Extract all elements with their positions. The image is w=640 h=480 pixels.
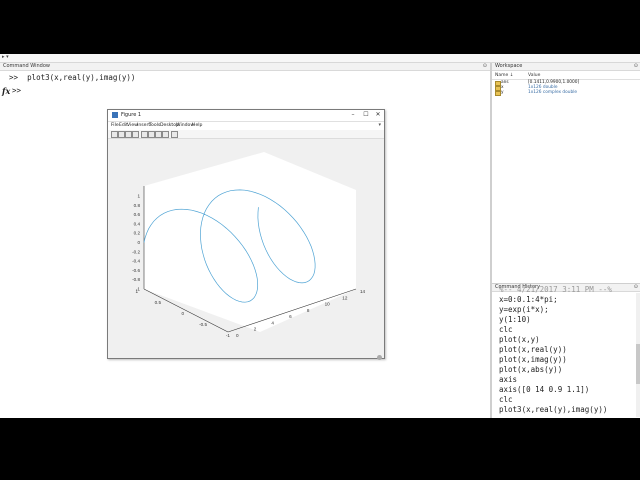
history-entry[interactable]: y=exp(i*x);	[499, 305, 549, 314]
x-tick-label: 2	[254, 327, 257, 332]
panel-menu-icon[interactable]: ⊙	[483, 63, 487, 70]
figure-title: Figure 1	[121, 112, 142, 118]
minimize-button[interactable]: –	[348, 111, 358, 118]
history-entry[interactable]: y(1:10)	[499, 315, 531, 324]
z-tick-label: 0	[137, 240, 140, 245]
x-tick-label: 10	[325, 302, 331, 307]
x-tick-label: 8	[307, 308, 310, 313]
data-cursor-icon[interactable]	[171, 131, 178, 138]
history-entry[interactable]: plot(x,abs(y))	[499, 365, 562, 374]
history-entry[interactable]: plot(x,real(y))	[499, 345, 567, 354]
z-tick-label: 0.4	[134, 221, 141, 226]
z-tick-label: -0.2	[132, 249, 140, 254]
history-entry[interactable]: plot(x,y)	[499, 335, 540, 344]
maximize-button[interactable]: ☐	[361, 111, 371, 118]
new-figure-icon[interactable]	[111, 131, 118, 138]
x-tick-label: 12	[342, 295, 348, 300]
command-line: >> plot3(x,real(y),imag(y))	[9, 73, 135, 82]
zoom-out-icon[interactable]	[148, 131, 155, 138]
history-entry[interactable]: x=0:0.1:4*pi;	[499, 295, 558, 304]
y-tick-label: 1	[135, 289, 138, 294]
variable-name: y	[501, 90, 504, 95]
history-entry[interactable]: clc	[499, 325, 513, 334]
history-entry[interactable]: clc	[499, 395, 513, 404]
workspace-title: Workspace ⊙	[492, 63, 640, 71]
x-tick-label: 4	[271, 320, 274, 325]
history-scrollbar-thumb[interactable]	[636, 344, 640, 384]
close-button[interactable]: ✕	[373, 111, 383, 118]
menu-tools[interactable]: Tools	[149, 123, 160, 128]
history-entry-partial[interactable]: %-- 4/21/2017 3:11 PM --%	[499, 285, 612, 294]
history-entry[interactable]: axis([0 14 0.9 1.1])	[499, 385, 589, 394]
y-tick-label: -1	[226, 333, 231, 338]
z-tick-label: -0.4	[132, 259, 140, 264]
print-icon[interactable]	[132, 131, 139, 138]
history-entry[interactable]: axis	[499, 375, 517, 384]
history-menu-icon[interactable]: ⊙	[634, 284, 638, 291]
plot-axes[interactable]: 1 0.8 0.6 0.4 0.2 0 -0.2 -0.4 -0.6 -0.8 -1 1 0.5 0 -0…	[108, 138, 384, 358]
save-icon[interactable]	[125, 131, 132, 138]
active-prompt[interactable]: >>	[12, 86, 21, 95]
command-text: plot3(x,real(y),imag(y))	[27, 73, 136, 82]
x-tick-label: 6	[289, 314, 292, 319]
x-tick-label: 0	[236, 333, 239, 338]
pan-icon[interactable]	[155, 131, 162, 138]
matlab-desktop: ▸ ▾ Command Window ⊙ >> plot3(x,real(y),…	[0, 54, 640, 418]
workspace-title-text: Workspace	[495, 63, 523, 69]
top-toolstrip: ▸ ▾	[0, 54, 640, 63]
history-entry[interactable]: plot3(x,real(y),imag(y))	[499, 405, 607, 414]
prompt: >>	[9, 73, 19, 82]
menu-file[interactable]: File	[111, 123, 119, 128]
command-window-title: Command Window ⊙	[0, 63, 490, 71]
figure-titlebar[interactable]: Figure 1 – ☐ ✕	[108, 110, 384, 122]
x-tick-label: 14	[360, 289, 366, 294]
z-tick-label: 1	[137, 194, 140, 199]
workspace-header: Name ↓ Value	[492, 73, 640, 80]
open-file-icon[interactable]	[118, 131, 125, 138]
figure-menubar: File Edit View Insert Tools Desktop Wind…	[108, 122, 384, 130]
command-history-panel[interactable]: Command History ⊙ %-- 4/21/2017 3:11 PM …	[491, 283, 640, 418]
workspace-menu-icon[interactable]: ⊙	[634, 63, 638, 70]
command-window-title-text: Command Window	[3, 63, 51, 69]
value-column-header[interactable]: Value	[528, 73, 540, 78]
matlab-figure-icon	[112, 112, 118, 118]
workspace-row[interactable]: y 1x126 complex double	[492, 90, 640, 96]
menu-help[interactable]: Help	[192, 123, 202, 128]
z-tick-label: 0.8	[134, 203, 141, 208]
command-window[interactable]: Command Window ⊙ >> plot3(x,real(y),imag…	[0, 63, 491, 418]
y-tick-label: -0.5	[199, 322, 207, 327]
figure-resize-grip[interactable]	[377, 355, 382, 360]
z-tick-label: -0.8	[132, 277, 140, 282]
zoom-in-icon[interactable]	[141, 131, 148, 138]
folder-path-icon: ▸ ▾	[2, 54, 9, 60]
workspace-panel[interactable]: Workspace ⊙ Name ↓ Value ans [0.1411,0.9…	[491, 63, 640, 283]
menu-expand-icon[interactable]: ▾	[378, 122, 381, 128]
figure-window[interactable]: Figure 1 – ☐ ✕ File Edit View Insert Too…	[107, 109, 385, 359]
z-tick-label: 0.6	[134, 212, 141, 217]
function-browser-icon[interactable]: fx	[2, 86, 10, 96]
y-tick-label: 0	[181, 311, 184, 316]
name-column-header[interactable]: Name ↓	[495, 73, 513, 78]
variable-value: 1x126 complex double	[528, 90, 578, 95]
z-tick-label: -0.6	[132, 268, 140, 273]
rotate-icon[interactable]	[162, 131, 169, 138]
z-tick-label: 0.2	[134, 231, 141, 236]
y-tick-label: 0.5	[155, 300, 162, 305]
history-entry[interactable]: plot(x,imag(y))	[499, 355, 567, 364]
